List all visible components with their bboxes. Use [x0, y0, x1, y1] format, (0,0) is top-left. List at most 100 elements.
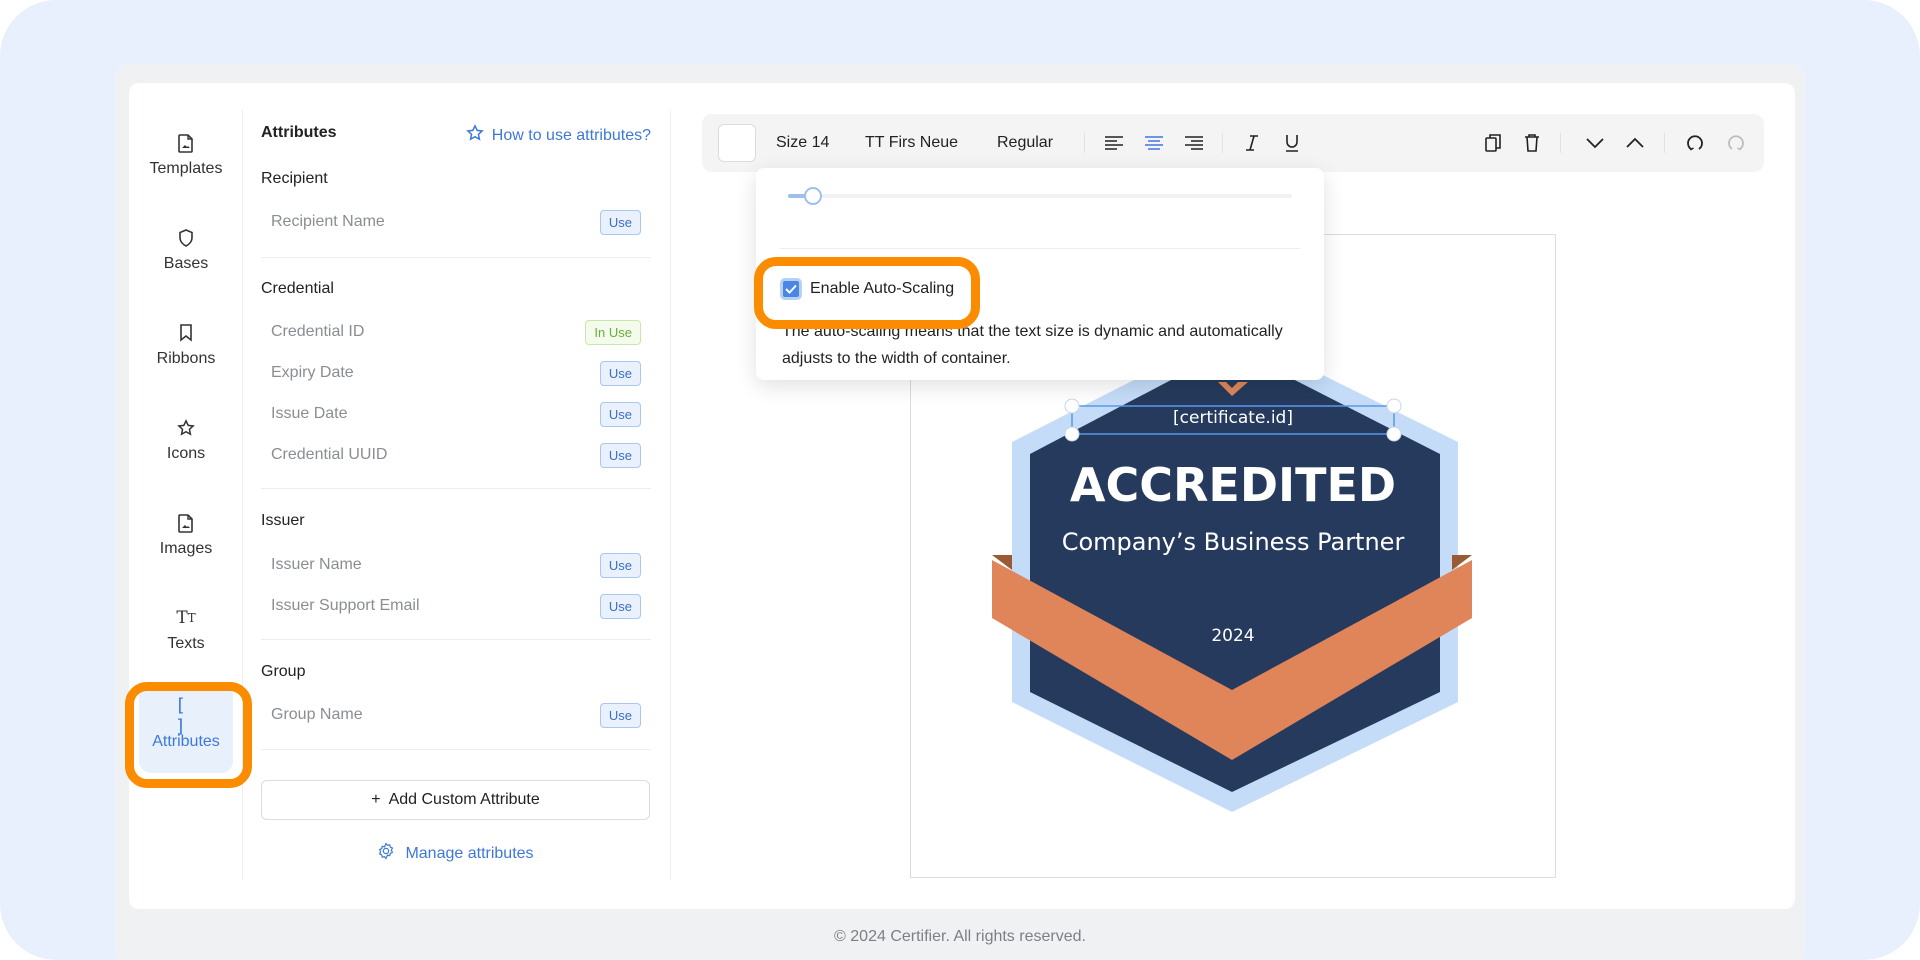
nav-item-attributes[interactable]: [ ] Attributes	[139, 683, 233, 773]
nav-item-icons[interactable]: Icons	[139, 395, 233, 485]
italic-icon	[1246, 135, 1258, 151]
attribute-row: Expiry Date Use	[271, 358, 651, 388]
slider-thumb[interactable]	[804, 187, 823, 205]
plus-icon: +	[371, 791, 381, 808]
redo-button[interactable]	[1727, 114, 1745, 172]
copy-icon	[1485, 134, 1501, 152]
nav-label: Texts	[167, 635, 205, 652]
divider	[261, 639, 651, 640]
align-center-icon	[1145, 136, 1163, 150]
nav-item-texts[interactable]: TT Texts	[139, 585, 233, 675]
underline-button[interactable]	[1284, 114, 1300, 172]
nav-item-bases[interactable]: Bases	[139, 205, 233, 295]
attribute-row: Issuer Support Email Use	[271, 591, 651, 621]
nav-item-templates[interactable]: Templates	[139, 110, 233, 200]
footer-copyright: © 2024 Certifier. All rights reserved.	[834, 928, 1086, 945]
resize-handle	[1064, 426, 1080, 442]
undo-button[interactable]	[1686, 114, 1704, 172]
size-slider[interactable]	[788, 187, 1292, 205]
move-down-button[interactable]	[1586, 114, 1604, 172]
bookmark-icon	[175, 322, 197, 344]
check-icon	[785, 284, 797, 294]
manage-link-text: Manage attributes	[405, 844, 534, 862]
attribute-name: Recipient Name	[271, 213, 385, 230]
group-title-issuer: Issuer	[261, 512, 305, 529]
attribute-name: Issue Date	[271, 405, 348, 422]
align-left-icon	[1105, 136, 1123, 150]
image-file-icon	[175, 512, 197, 534]
toolbar-separator	[1560, 133, 1561, 153]
chevron-down-icon	[1586, 138, 1604, 149]
nav-item-ribbons[interactable]: Ribbons	[139, 300, 233, 390]
text-toolbar: Size 14 TT Firs Neue Regular	[702, 114, 1764, 172]
how-to-use-attributes-link[interactable]: How to use attributes?	[465, 124, 651, 147]
align-center-button[interactable]	[1144, 114, 1164, 172]
trash-icon	[1525, 134, 1539, 152]
use-button[interactable]: Use	[599, 702, 641, 728]
add-button-label: Add Custom Attribute	[388, 791, 540, 808]
left-nav: Templates Bases Ribbons Icons Images TT …	[129, 110, 243, 880]
use-button[interactable]: Use	[599, 209, 641, 235]
help-link-text: How to use attributes?	[491, 126, 651, 144]
nav-item-images[interactable]: Images	[139, 490, 233, 580]
use-button[interactable]: Use	[599, 552, 641, 578]
group-title-recipient: Recipient	[261, 170, 328, 187]
delete-button[interactable]	[1524, 114, 1540, 172]
file-image-icon	[175, 132, 197, 154]
manage-attributes-link[interactable]: Manage attributes	[261, 842, 650, 865]
nav-label: Images	[159, 540, 213, 557]
badge-year[interactable]: 2024	[910, 626, 1556, 646]
font-family-select[interactable]: TT Firs Neue	[865, 114, 958, 172]
brackets-icon: [ ]	[175, 695, 186, 737]
nav-label: Icons	[166, 445, 206, 462]
group-title-group: Group	[261, 663, 306, 680]
attribute-row: Issuer Name Use	[271, 550, 651, 580]
divider	[261, 749, 651, 750]
panel-title: Attributes	[261, 124, 337, 141]
align-right-icon	[1185, 136, 1203, 150]
attribute-row: Group Name Use	[271, 700, 651, 730]
star-icon	[175, 417, 197, 439]
star-icon	[465, 124, 484, 147]
underline-icon	[1286, 135, 1298, 152]
italic-button[interactable]	[1244, 114, 1260, 172]
add-custom-attribute-button[interactable]: + Add Custom Attribute	[261, 780, 650, 820]
nav-label: Ribbons	[156, 350, 216, 367]
attribute-row: Credential UUID Use	[271, 440, 651, 470]
attribute-name: Credential UUID	[271, 446, 388, 463]
in-use-badge[interactable]: In Use	[585, 319, 641, 345]
group-title-credential: Credential	[261, 280, 334, 297]
resize-handle	[1386, 426, 1402, 442]
use-button[interactable]: Use	[599, 442, 641, 468]
badge-graphic[interactable]	[980, 330, 1500, 830]
use-button[interactable]: Use	[599, 401, 641, 427]
attribute-name: Issuer Name	[271, 556, 362, 573]
use-button[interactable]: Use	[599, 593, 641, 619]
nav-label: Templates	[149, 160, 223, 177]
use-button[interactable]: Use	[599, 360, 641, 386]
certificate-id-text[interactable]: [certificate.id]	[910, 408, 1556, 428]
nav-label: Bases	[163, 255, 209, 272]
text-size-icon: TT	[176, 608, 196, 628]
undo-icon	[1687, 135, 1703, 151]
badge-title[interactable]: ACCREDITED	[910, 458, 1556, 512]
gear-icon	[377, 842, 395, 865]
align-right-button[interactable]	[1184, 114, 1204, 172]
divider	[261, 257, 651, 258]
divider	[780, 248, 1300, 249]
font-size-select[interactable]: Size 14	[776, 114, 829, 172]
auto-scaling-checkbox[interactable]	[780, 278, 802, 300]
duplicate-button[interactable]	[1484, 114, 1502, 172]
redo-icon	[1728, 135, 1744, 151]
attribute-row: Recipient Name Use	[271, 207, 651, 237]
toolbar-separator	[1222, 133, 1223, 153]
font-weight-select[interactable]: Regular	[997, 114, 1053, 172]
text-color-swatch[interactable]	[718, 124, 756, 162]
move-up-button[interactable]	[1626, 114, 1644, 172]
badge-subtitle[interactable]: Company’s Business Partner	[910, 528, 1556, 556]
attribute-name: Credential ID	[271, 323, 365, 340]
panel-divider	[670, 110, 671, 880]
nav-label: Attributes	[152, 733, 220, 750]
auto-scaling-checkbox-row[interactable]: Enable Auto-Scaling	[780, 278, 954, 300]
align-left-button[interactable]	[1104, 114, 1124, 172]
